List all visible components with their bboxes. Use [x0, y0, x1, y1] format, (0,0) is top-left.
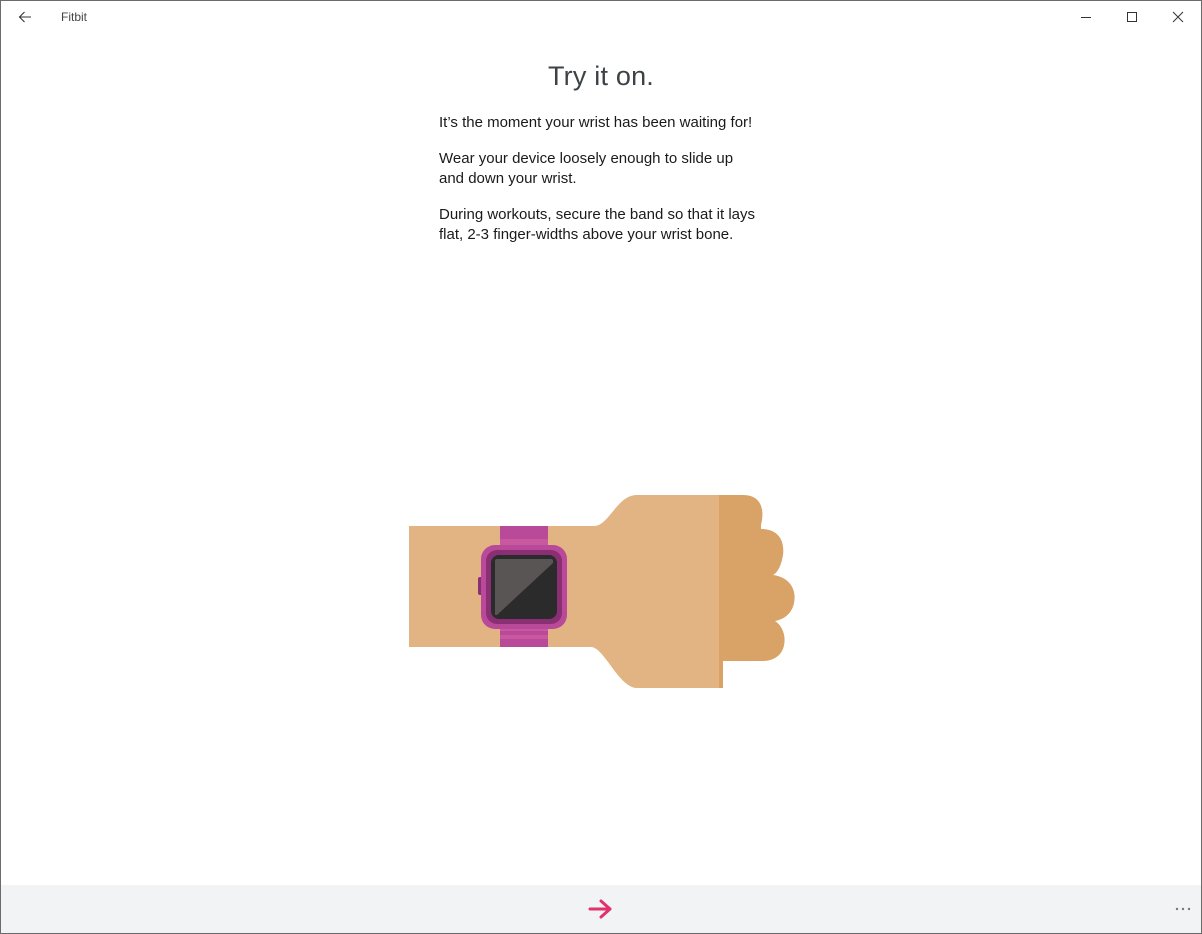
main-content: Try it on. It’s the moment your wrist ha… [1, 33, 1201, 885]
instruction-paragraph: It’s the moment your wrist has been wait… [439, 114, 753, 131]
close-icon [1172, 11, 1184, 23]
bottom-app-bar [1, 885, 1201, 933]
back-button[interactable] [9, 5, 41, 29]
instructions: It’s the moment your wrist has been wait… [439, 113, 759, 261]
instruction-paragraph: Wear your device loosely enough to slide… [439, 150, 734, 187]
minimize-button[interactable] [1063, 1, 1109, 33]
ellipsis-icon [1175, 907, 1191, 911]
hand-shape [409, 495, 795, 688]
minimize-icon [1081, 17, 1091, 18]
next-button[interactable] [581, 893, 621, 925]
wrist-watch-illustration [409, 495, 795, 688]
close-button[interactable] [1155, 1, 1201, 33]
instruction-paragraph: During workouts, secure the band so that… [439, 206, 755, 243]
app-title: Fitbit [61, 10, 88, 24]
maximize-button[interactable] [1109, 1, 1155, 33]
app-window: Fitbit Try it on. It’s the moment your w… [0, 0, 1202, 934]
title-bar: Fitbit [1, 1, 1201, 33]
arrow-left-icon [18, 11, 31, 23]
page-title: Try it on. [547, 61, 655, 91]
more-options-button[interactable] [1169, 897, 1197, 921]
maximize-icon [1127, 12, 1137, 22]
arrow-right-icon [588, 899, 612, 919]
